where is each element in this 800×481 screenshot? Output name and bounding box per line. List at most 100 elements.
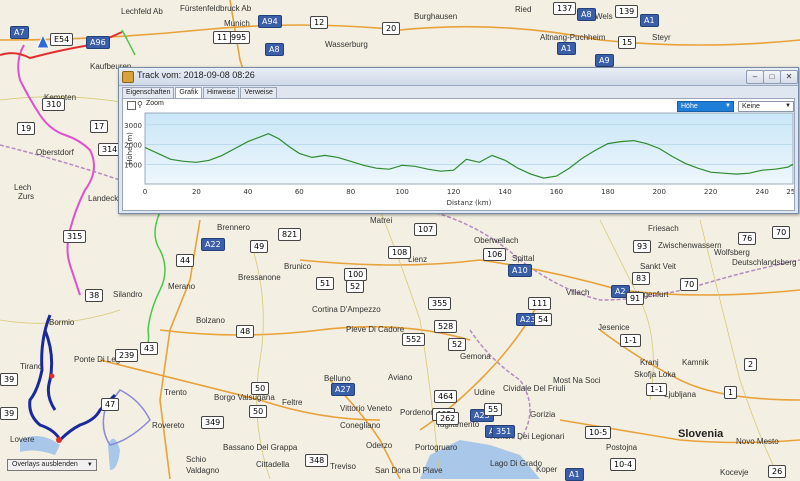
- place-label: Silandro: [113, 290, 143, 299]
- tab-hinweise[interactable]: Hinweise: [203, 87, 240, 98]
- overlay-value-selected: Keine: [742, 103, 760, 110]
- place-label: Treviso: [330, 462, 356, 471]
- road-shield: 1: [724, 386, 738, 399]
- road-shield: 49: [250, 240, 269, 253]
- place-label: Zurs: [18, 192, 34, 201]
- place-label: Brennero: [217, 223, 250, 232]
- road-shield: A8: [577, 8, 596, 21]
- x-tick-label: 20: [192, 188, 201, 196]
- road-shield: 39: [0, 373, 19, 386]
- place-label: Novo Mesto: [736, 437, 779, 446]
- road-shield: 17: [90, 120, 109, 133]
- road-shield: 106: [483, 248, 507, 261]
- place-label: Gorizia: [530, 410, 556, 419]
- x-tick-label: 60: [295, 188, 304, 196]
- place-label: Koper: [536, 465, 558, 474]
- place-label: Steyr: [652, 33, 671, 42]
- place-label: Sankt Veit: [640, 262, 677, 271]
- track-window[interactable]: Track vom: 2018-09-08 08:26 – □ ✕ Eigens…: [118, 67, 799, 214]
- place-label: Matrei: [370, 216, 393, 225]
- overlays-toggle-dropdown[interactable]: Overlays ausblenden ▼: [7, 459, 97, 471]
- place-label: Cortina D'Ampezzo: [312, 305, 381, 314]
- tab-eigenschaften[interactable]: Eigenschaften: [122, 87, 175, 98]
- elevation-chart[interactable]: 1000200030000 20 40 60 80 100 120 140 160 180 200 2…: [123, 111, 794, 210]
- road-shield: 349: [201, 416, 225, 429]
- road-shield: 38: [85, 289, 104, 302]
- place-label: Cittadella: [256, 460, 290, 469]
- place-label: Merano: [168, 282, 196, 291]
- magnifier-icon: ⚲: [137, 100, 143, 109]
- place-label: Skofja Loka: [634, 370, 676, 379]
- road-shield: 52: [448, 338, 467, 351]
- road-shield: 44: [176, 254, 195, 267]
- road-shield: 262: [436, 412, 460, 425]
- road-shield: 239: [115, 349, 139, 362]
- x-tick-label: 200: [653, 188, 666, 196]
- road-shield: 51: [316, 277, 335, 290]
- x-tick-label: 120: [447, 188, 460, 196]
- tab-verweise[interactable]: Verweise: [240, 87, 277, 98]
- place-label: Udine: [474, 388, 495, 397]
- road-shield: 2: [744, 358, 758, 371]
- place-label: Oberwellach: [474, 236, 519, 245]
- tab-strip: Eigenschaften Grafik Hinweise Verweise: [122, 87, 278, 99]
- place-label: Lago Di Grado: [490, 459, 543, 468]
- road-shield: A9: [595, 54, 614, 67]
- place-label: Slovenia: [678, 428, 724, 440]
- place-label: Wels: [595, 12, 613, 21]
- road-shield: 43: [140, 342, 159, 355]
- x-tick-label: 252: [786, 188, 794, 196]
- place-label: Burghausen: [414, 12, 458, 21]
- road-shield: 19: [17, 122, 36, 135]
- road-shield: 20: [382, 22, 401, 35]
- road-shield: A8: [265, 43, 284, 56]
- road-shield: 355: [428, 297, 452, 310]
- place-label: Bassano Del Grappa: [223, 443, 298, 452]
- chevron-down-icon: ▼: [86, 462, 93, 468]
- road-shield: 137: [553, 2, 577, 15]
- place-label: Gemona: [460, 352, 491, 361]
- place-label: Altnang-Puchheim: [540, 33, 606, 42]
- road-shield: A22: [201, 238, 225, 251]
- chart-panel: ⚲ Zoom Höhe ▼ Keine ▼ 1000 2000 3000 0 20 40 6…: [122, 98, 795, 211]
- road-shield: 39: [0, 407, 19, 420]
- road-shield: 351: [492, 425, 516, 438]
- place-label: San Dona Di Piave: [375, 466, 443, 475]
- track-icon: [122, 71, 134, 83]
- road-shield: 83: [632, 272, 651, 285]
- place-label: Oberstdorf: [36, 148, 74, 157]
- close-button[interactable]: ✕: [780, 70, 798, 84]
- place-label: Bormio: [49, 318, 75, 327]
- road-shield: 111: [528, 297, 552, 310]
- chevron-down-icon: ▼: [785, 103, 791, 109]
- maximize-button[interactable]: □: [763, 70, 781, 84]
- road-shield: A10: [508, 264, 532, 277]
- place-label: Wasserburg: [325, 40, 368, 49]
- road-shield: 1-1: [646, 383, 668, 396]
- place-label: Villach: [566, 288, 590, 297]
- place-label: Lechfeld Ab: [121, 7, 163, 16]
- x-tick-label: 0: [143, 188, 147, 196]
- x-tick-label: 80: [346, 188, 355, 196]
- place-label: Pieve Di Cadore: [346, 325, 405, 334]
- zoom-checkbox[interactable]: [127, 101, 136, 110]
- place-label: Oderzo: [366, 441, 393, 450]
- minimize-button[interactable]: –: [746, 70, 764, 84]
- road-shield: A96: [86, 36, 110, 49]
- window-titlebar[interactable]: Track vom: 2018-09-08 08:26 – □ ✕: [119, 68, 798, 86]
- road-shield: 310: [42, 98, 66, 111]
- place-label: Bressanone: [238, 273, 281, 282]
- x-axis-label: Distanz (km): [447, 199, 492, 207]
- place-label: Zwischenwassern: [658, 241, 722, 250]
- x-tick-label: 100: [395, 188, 408, 196]
- zoom-label: Zoom: [146, 100, 164, 107]
- place-label: Kamnik: [682, 358, 709, 367]
- place-label: Aviano: [388, 373, 413, 382]
- road-shield: A7: [10, 26, 29, 39]
- road-shield: 70: [772, 226, 791, 239]
- road-shield: 50: [251, 382, 270, 395]
- place-label: Vittorio Veneto: [340, 404, 392, 413]
- place-label: Ljubljana: [664, 390, 697, 399]
- place-label: Portogruaro: [415, 443, 458, 452]
- road-shield: 139: [615, 5, 639, 18]
